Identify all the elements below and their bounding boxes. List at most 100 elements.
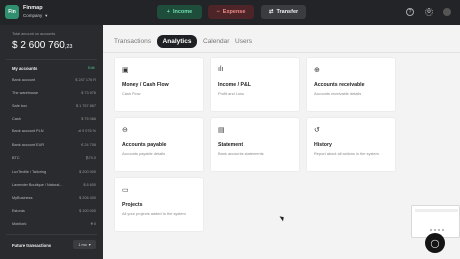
report-card-accounts-payable[interactable]: ⊖ Accounts payable Accounts payable deta…: [114, 117, 204, 172]
future-period-select[interactable]: 1 mo ▾: [73, 240, 96, 249]
tab-calendar[interactable]: Calendar: [203, 38, 229, 45]
sidebar-divider: [6, 234, 97, 235]
report-card-projects[interactable]: ▭ Projects All your projects added to th…: [114, 177, 204, 232]
account-row[interactable]: MyBusiness $ 206 400: [12, 196, 96, 202]
account-name: BTC: [12, 156, 20, 160]
app-logo[interactable]: Fin: [5, 5, 19, 19]
card-title: Projects: [122, 202, 143, 208]
account-name: Safe box: [12, 104, 27, 108]
total-amount-label: Total amount on accounts: [12, 32, 56, 36]
card-description: Accounts receivable details: [314, 91, 362, 96]
minus-icon: −: [216, 9, 220, 15]
account-balance: $ 1 757 867: [75, 104, 96, 108]
account-name: The warehouse: [12, 91, 39, 95]
expense-label: Expense: [222, 9, 246, 15]
account-row[interactable]: LuxTextile / Tailoring $ 200 000: [12, 170, 96, 176]
tab-users[interactable]: Users: [235, 38, 252, 45]
account-name: Estonia: [12, 209, 25, 213]
chevron-down-icon: ▾: [88, 243, 91, 247]
account-row[interactable]: Bank account $ 247 176 R: [12, 78, 96, 84]
plus-icon: +: [166, 9, 170, 15]
account-name: Mobilork: [12, 222, 27, 226]
account-balance: $ 247 176 R: [75, 78, 96, 82]
card-title: Statement: [218, 142, 244, 148]
report-card-history[interactable]: ↺ History Report about all actions in th…: [306, 117, 396, 172]
total-amount-decimals: ,23: [64, 44, 73, 50]
tab-divider: [103, 52, 460, 53]
company-label: Company: [23, 13, 43, 18]
future-transactions-label: Future transactions: [12, 243, 52, 248]
chat-icon: ◯: [430, 238, 440, 248]
history-icon: ↺: [314, 127, 320, 134]
help-icon[interactable]: ?: [406, 8, 414, 16]
total-amount-value: $ 2 600 760: [12, 40, 65, 51]
payable-icon: ⊖: [122, 127, 128, 134]
account-name: MyBusiness: [12, 196, 33, 200]
future-period-value: 1 mo: [78, 242, 87, 247]
report-card-income-pl[interactable]: ılı Income / P&L Profit and Loss: [210, 57, 300, 112]
card-description: All your projects added to the system: [122, 211, 186, 216]
account-row[interactable]: Bank account EUR € 24 706: [12, 143, 96, 149]
card-description: Profit and Loss: [218, 91, 244, 96]
account-balance: $ 75 066: [81, 117, 96, 121]
transfer-button[interactable]: ⇄ Transfer: [261, 5, 306, 19]
accounts-title: My accounts: [12, 66, 38, 71]
settings-icon[interactable]: ⚙: [425, 8, 433, 16]
preview-content: [430, 226, 444, 231]
app-name: Finmap: [23, 5, 43, 11]
account-row[interactable]: Safe box $ 1 757 867: [12, 104, 96, 110]
bar-chart-icon: ılı: [218, 66, 224, 73]
chat-support-button[interactable]: ◯: [425, 233, 445, 253]
card-description: Report about all actions in the system: [314, 151, 379, 156]
account-balance: zł 9 076 %: [78, 129, 96, 133]
preview-header: [415, 209, 458, 212]
account-row[interactable]: Mobilork ₴ 0: [12, 222, 96, 228]
account-row[interactable]: Bank account PLN zł 9 076 %: [12, 129, 96, 135]
calendar-icon: ▣: [122, 67, 129, 74]
card-title: Money / Cash Flow: [122, 82, 169, 88]
account-name: Lavender Boutique / Natural...: [12, 183, 63, 187]
tab-analytics[interactable]: Analytics: [157, 35, 197, 48]
account-name: LuxTextile / Tailoring: [12, 170, 47, 174]
income-button[interactable]: + Income: [157, 5, 202, 19]
company-selector[interactable]: Company ▼: [23, 13, 48, 18]
card-description: Cash Flow: [122, 91, 141, 96]
accounts-edit-link[interactable]: Edit: [88, 66, 95, 70]
user-avatar-icon[interactable]: [443, 8, 451, 16]
card-description: Bank accounts statements: [218, 151, 264, 156]
account-balance: $ 100 000: [79, 209, 96, 213]
income-label: Income: [172, 9, 193, 15]
account-balance: $ 200 000: [79, 170, 96, 174]
account-name: Bank account: [12, 78, 36, 82]
card-title: Accounts payable: [122, 142, 167, 148]
expense-button[interactable]: − Expense: [208, 5, 254, 19]
account-name: Cash: [12, 117, 21, 121]
card-title: History: [314, 142, 332, 148]
chevron-down-icon: ▼: [44, 13, 49, 18]
receivable-icon: ⊕: [314, 67, 320, 74]
card-title: Income / P&L: [218, 82, 251, 88]
account-row[interactable]: The warehouse $ 73 976: [12, 91, 96, 97]
total-amount: $ 2 600 760,23: [12, 40, 72, 51]
card-description: Accounts payable details: [122, 151, 166, 156]
report-card-statement[interactable]: ▤ Statement Bank accounts statements: [210, 117, 300, 172]
account-balance: ₿70.0: [85, 156, 96, 160]
account-balance: $ 206 400: [79, 196, 96, 200]
tab-transactions[interactable]: Transactions: [114, 38, 151, 45]
card-title: Accounts receivable: [314, 82, 365, 88]
account-row[interactable]: BTC ₿70.0: [12, 156, 96, 162]
account-balance: $ 73 976: [81, 91, 96, 95]
account-name: Bank account EUR: [12, 143, 45, 147]
account-row[interactable]: Cash $ 75 066: [12, 117, 96, 123]
folder-icon: ▭: [122, 187, 129, 194]
transfer-label: Transfer: [276, 9, 299, 15]
account-balance: $ 6 600: [83, 183, 96, 187]
account-row[interactable]: Lavender Boutique / Natural... $ 6 600: [12, 183, 96, 189]
account-balance: ₴ 0: [90, 222, 96, 226]
account-row[interactable]: Estonia $ 100 000: [12, 209, 96, 215]
report-card-accounts-receivable[interactable]: ⊕ Accounts receivable Accounts receivabl…: [306, 57, 396, 112]
account-balance: € 24 706: [81, 143, 96, 147]
statement-icon: ▤: [218, 127, 225, 134]
account-name: Bank account PLN: [12, 129, 44, 133]
report-card-cash-flow[interactable]: ▣ Money / Cash Flow Cash Flow: [114, 57, 204, 112]
